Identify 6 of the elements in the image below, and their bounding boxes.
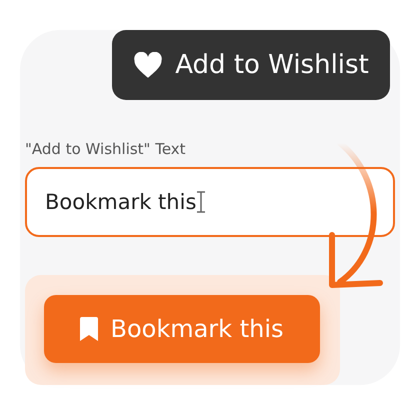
field-label: "Add to Wishlist" Text — [25, 139, 187, 160]
text-input-field[interactable]: Bookmark this — [25, 166, 395, 236]
heart-icon — [133, 52, 164, 78]
add-to-wishlist-button[interactable]: Add to Wishlist — [112, 30, 390, 100]
text-cursor-icon — [196, 190, 206, 212]
bookmark-icon — [80, 316, 98, 340]
